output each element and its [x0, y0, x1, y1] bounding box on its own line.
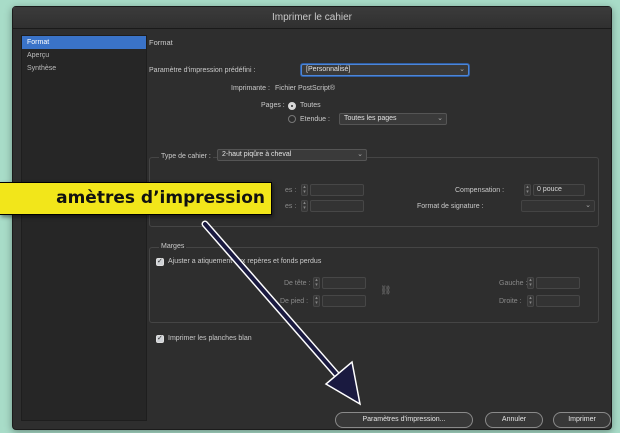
chevron-down-icon: ⌄: [437, 115, 443, 122]
field-b-input[interactable]: [310, 200, 364, 212]
top-margin-input[interactable]: [322, 277, 366, 289]
chevron-down-icon: ⌄: [585, 202, 591, 209]
compensation-input[interactable]: 0 pouce: [533, 184, 585, 196]
booklet-type-value: 2-haut piqûre à cheval: [222, 151, 292, 158]
blank-pages-label: Imprimer les planches blan: [168, 335, 252, 342]
print-booklet-dialog: Imprimer le cahier Format Aperçu Synthès…: [12, 6, 612, 430]
pages-all-label: Toutes: [300, 102, 321, 109]
print-button[interactable]: Imprimer: [553, 412, 611, 428]
pages-range-value: Toutes les pages: [344, 115, 397, 122]
compensation-stepper[interactable]: ▴ ▾: [524, 184, 531, 196]
format-panel: Format Paramètre d'impression prédéfini …: [13, 7, 611, 429]
pages-range-label: Etendue :: [300, 116, 330, 123]
print-settings-button[interactable]: Paramètres d'impression...: [335, 412, 473, 428]
blank-pages-checkbox[interactable]: [156, 334, 164, 343]
print-settings-callout: amètres d’impression: [0, 182, 272, 215]
right-margin-stepper[interactable]: ▴ ▾: [527, 295, 534, 307]
bottom-margin-stepper[interactable]: ▴ ▾: [313, 295, 320, 307]
field-a-input[interactable]: [310, 184, 364, 196]
compensation-label: Compensation :: [455, 187, 505, 194]
margins-auto-label: Ajuster a atiquement aux repères et fond…: [168, 258, 322, 265]
preset-select[interactable]: [Personnalisé] ⌄: [301, 64, 469, 76]
margins-title: Marges: [159, 243, 187, 250]
printer-label: Imprimante :: [231, 85, 270, 92]
pages-all-radio[interactable]: [288, 102, 296, 110]
chevron-down-icon: ⌄: [459, 66, 465, 73]
field-a-stepper[interactable]: ▴ ▾: [301, 184, 308, 196]
signature-select[interactable]: ⌄: [521, 200, 595, 212]
margins-auto-checkbox[interactable]: [156, 257, 164, 266]
section-title: Format: [149, 38, 173, 47]
bottom-margin-label: De pied :: [280, 298, 309, 305]
preset-value: [Personnalisé]: [306, 66, 351, 73]
bottom-margin-input[interactable]: [322, 295, 366, 307]
cancel-button[interactable]: Annuler: [485, 412, 543, 428]
top-margin-label: De tête :: [284, 280, 311, 287]
printer-value: Fichier PostScript®: [275, 85, 336, 92]
chevron-down-icon: ⌄: [357, 151, 363, 158]
left-margin-label: Gauche :: [499, 280, 528, 287]
left-margin-stepper[interactable]: ▴ ▾: [527, 277, 534, 289]
booklet-type-label: Type de cahier :: [159, 153, 213, 160]
field-b-label: es :: [285, 203, 297, 210]
pages-label: Pages :: [261, 102, 285, 109]
preset-label: Paramètre d'impression prédéfini :: [149, 67, 256, 74]
left-margin-input[interactable]: [536, 277, 580, 289]
top-margin-stepper[interactable]: ▴ ▾: [313, 277, 320, 289]
chain-icon[interactable]: ⛓: [380, 285, 391, 296]
pages-range-select[interactable]: Toutes les pages ⌄: [339, 113, 447, 125]
signature-label: Format de signature :: [417, 203, 484, 210]
right-margin-label: Droite :: [499, 298, 522, 305]
booklet-type-select[interactable]: 2-haut piqûre à cheval ⌄: [217, 149, 367, 161]
right-margin-input[interactable]: [536, 295, 580, 307]
field-a-label: es :: [285, 187, 297, 194]
pages-range-radio[interactable]: [288, 115, 296, 123]
field-b-stepper[interactable]: ▴ ▾: [301, 200, 308, 212]
